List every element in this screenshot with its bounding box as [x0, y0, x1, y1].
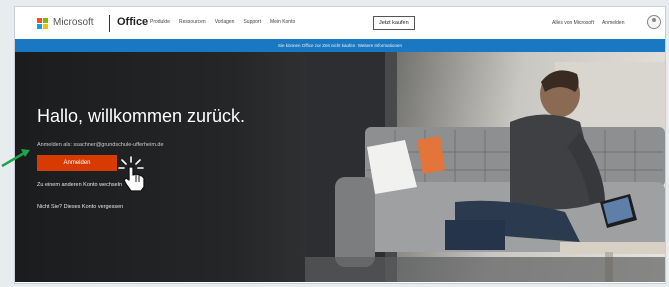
info-banner[interactable]: Sie können Office zur Zeit nicht kaufen.…: [15, 39, 665, 52]
product-name[interactable]: Office: [117, 16, 148, 28]
buy-now-button[interactable]: Jetzt kaufen: [373, 16, 415, 30]
header-divider: [109, 15, 110, 32]
green-pointer-arrow-icon: [1, 149, 30, 168]
welcome-title: Hallo, willkommen zurück.: [37, 106, 246, 126]
nav-item-products[interactable]: Produkte: [150, 19, 170, 25]
signed-in-as-text: Anmelden als: ssachner@grundschule-uffer…: [37, 142, 164, 148]
nav-item-support[interactable]: Support: [243, 19, 261, 25]
nav-item-templates[interactable]: Vorlagen: [215, 19, 235, 25]
hero-section: Hallo, willkommen zurück. Anmelden als: …: [15, 52, 665, 282]
top-header: Microsoft Office Produkte Ressourcen Vor…: [15, 7, 665, 40]
forget-account-link[interactable]: Nicht Sie? Dieses Konto vergessen: [37, 204, 123, 210]
nav-item-resources[interactable]: Ressourcen: [179, 19, 206, 25]
header-right-links: Alles von Microsoft Anmelden: [552, 20, 624, 26]
brand-name[interactable]: Microsoft: [53, 17, 94, 28]
microsoft-logo-icon[interactable]: [37, 18, 49, 30]
nav-item-my-account[interactable]: Mein Konto: [270, 19, 295, 25]
switch-account-link[interactable]: Zu einem anderen Konto wechseln: [37, 182, 122, 188]
header-signin-link[interactable]: Anmelden: [602, 20, 625, 26]
all-microsoft-link[interactable]: Alles von Microsoft: [552, 20, 594, 26]
signin-button[interactable]: Anmelden: [37, 155, 117, 171]
main-nav: Produkte Ressourcen Vorlagen Support Mei…: [150, 19, 295, 25]
account-icon[interactable]: [647, 15, 661, 29]
man-on-sofa-photo: [305, 52, 665, 282]
browser-page: Microsoft Office Produkte Ressourcen Vor…: [14, 6, 666, 284]
hand-cursor-icon: [118, 156, 145, 192]
